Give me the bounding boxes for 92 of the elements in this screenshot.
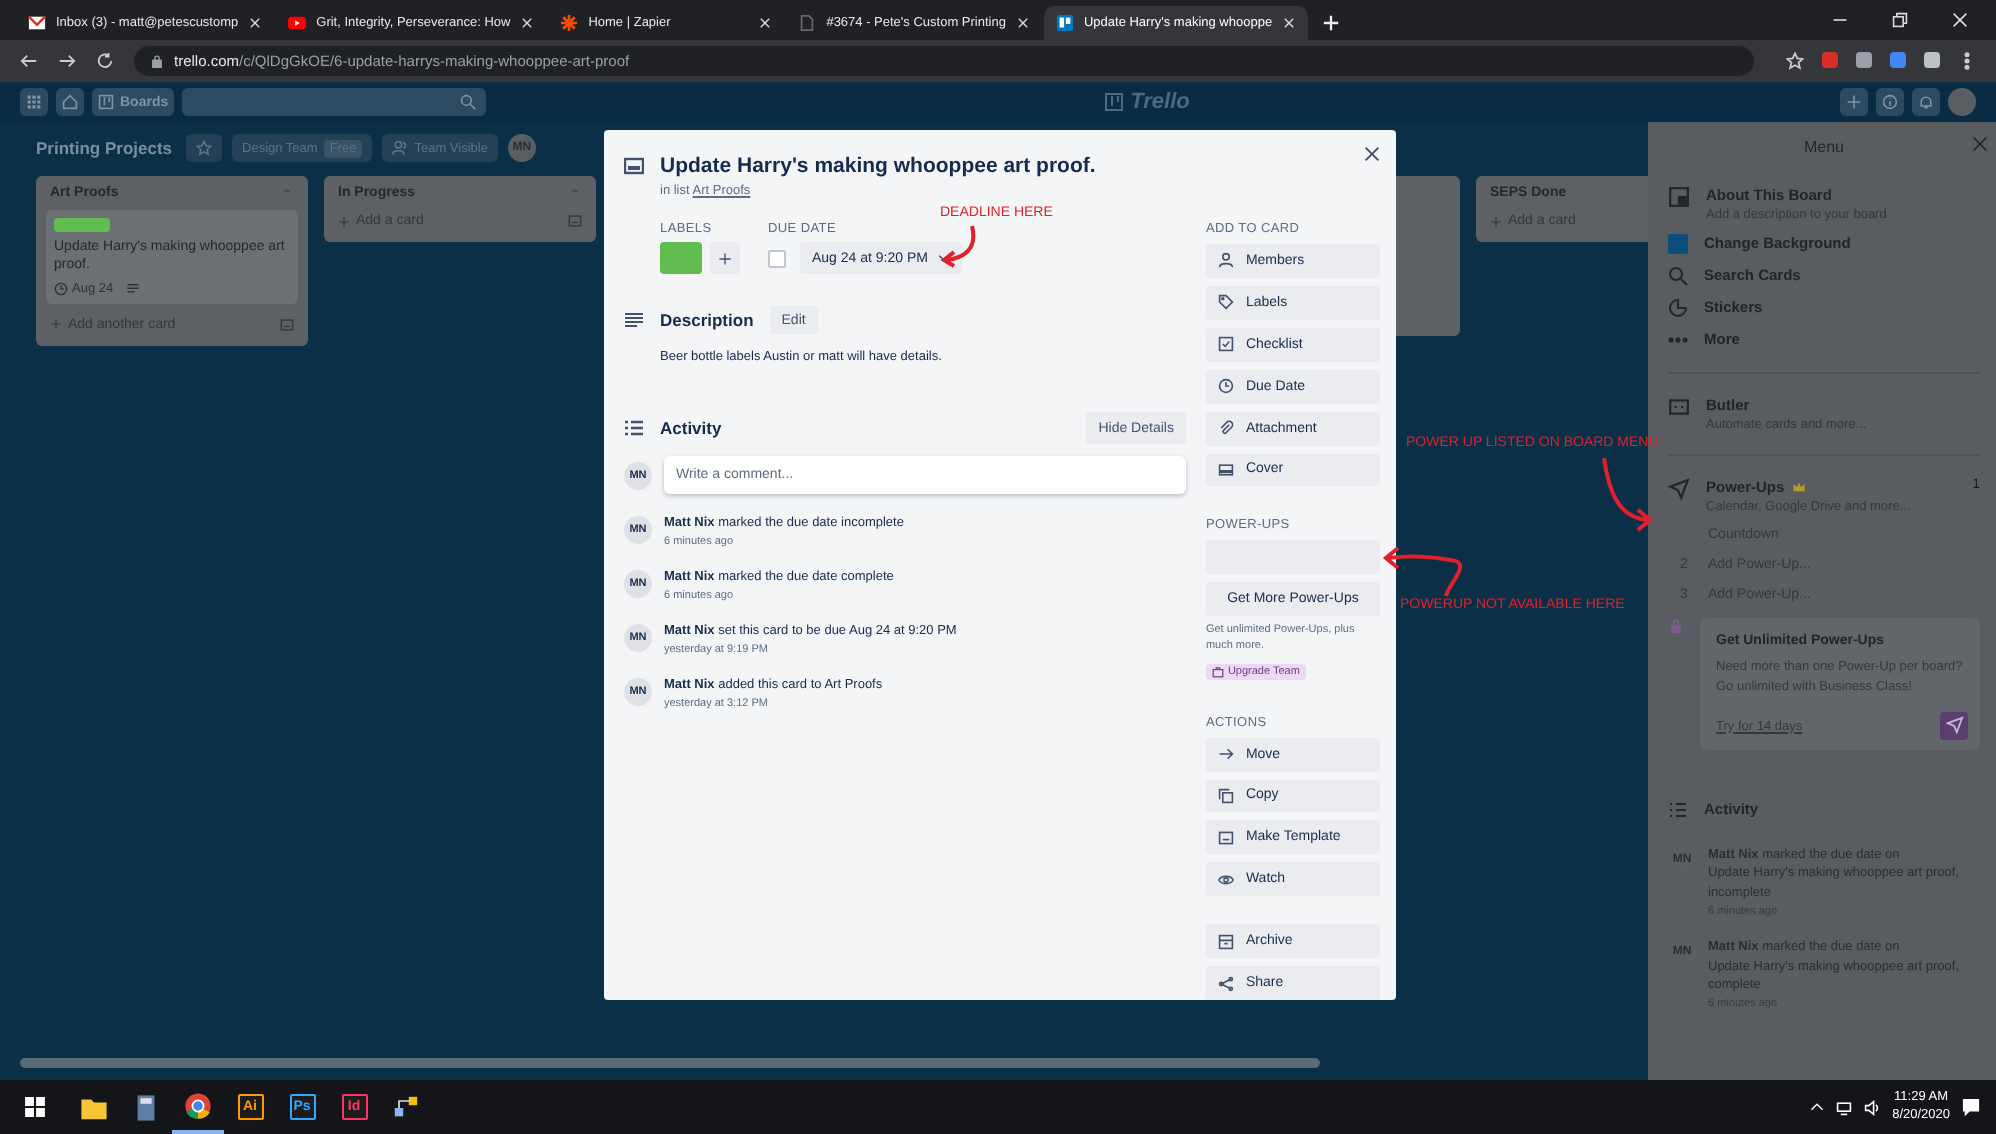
plus-icon <box>1846 94 1862 110</box>
close-icon <box>1364 146 1380 162</box>
clock-icon <box>1217 378 1234 395</box>
avatar[interactable] <box>1948 88 1976 116</box>
person-icon <box>1217 252 1234 269</box>
speaker-icon <box>1864 1099 1881 1115</box>
copy-icon <box>1217 787 1234 804</box>
add-label-button[interactable] <box>710 242 740 274</box>
close-icon <box>1972 136 1988 152</box>
cover-icon <box>1217 461 1234 478</box>
card-icon <box>624 156 644 176</box>
chevron-up-icon <box>1810 1100 1825 1114</box>
sticker-icon <box>1668 298 1688 318</box>
plus-icon <box>338 215 350 227</box>
activity-icon <box>624 418 644 438</box>
chrome-icon <box>184 1091 212 1119</box>
board-icon <box>98 94 114 110</box>
extension-icon[interactable] <box>1856 52 1872 68</box>
board-icon <box>1104 92 1125 112</box>
eye-icon <box>1217 871 1234 888</box>
home-button[interactable] <box>56 88 84 116</box>
crown-icon <box>1792 480 1807 494</box>
grid-icon <box>26 94 42 110</box>
star-icon <box>196 140 213 156</box>
page-icon <box>798 14 817 32</box>
section-heading: Activity <box>660 418 722 438</box>
lock-icon <box>150 54 164 68</box>
board-title: Printing Projects <box>36 138 173 158</box>
close-icon <box>1282 16 1297 30</box>
board-icon <box>1055 14 1074 32</box>
info-icon <box>1882 94 1898 110</box>
plus-icon <box>50 318 62 331</box>
archive-icon <box>1217 933 1234 950</box>
close-icon <box>1015 16 1030 30</box>
bell-icon <box>1918 94 1934 110</box>
briefcase-icon <box>1211 665 1224 678</box>
activity-icon <box>1668 799 1688 819</box>
logo-text: Trello <box>1130 90 1190 114</box>
people-icon <box>392 140 409 156</box>
plus-icon <box>718 251 732 265</box>
paperclip-icon <box>1217 420 1234 437</box>
lock-icon <box>1668 618 1684 634</box>
network-app-icon <box>392 1093 420 1121</box>
arrow-right-icon <box>1217 746 1234 763</box>
network-icon <box>1836 1099 1853 1115</box>
scrollbar[interactable] <box>20 1058 1320 1068</box>
close-icon <box>758 16 773 30</box>
extension-icon[interactable] <box>1822 52 1838 68</box>
card-title[interactable]: Update Harry's making whooppee art proof. <box>660 154 1096 178</box>
description-icon <box>624 310 644 330</box>
search-field[interactable] <box>182 88 487 116</box>
notification-icon <box>1962 1098 1980 1116</box>
due-checkbox[interactable] <box>768 249 786 267</box>
template-icon <box>280 317 294 332</box>
back-icon <box>20 52 38 70</box>
apps-button[interactable] <box>20 88 48 116</box>
background-swatch-icon <box>1668 234 1688 254</box>
mail-icon <box>28 14 46 32</box>
close-button[interactable] <box>1364 146 1380 162</box>
search-icon <box>1668 266 1688 286</box>
asterisk-icon <box>560 14 579 32</box>
calculator-icon <box>132 1093 160 1121</box>
search-icon <box>460 94 477 110</box>
extension-icon[interactable] <box>1890 52 1906 68</box>
notifications-button[interactable] <box>1912 88 1940 116</box>
play-icon <box>288 14 307 32</box>
create-button[interactable] <box>1840 88 1868 116</box>
checkbox-icon <box>1217 336 1234 353</box>
home-icon <box>62 94 78 110</box>
section-heading: Description <box>660 310 754 330</box>
description-icon <box>125 281 140 296</box>
plus-icon <box>1490 215 1502 227</box>
share-icon <box>1217 975 1234 992</box>
tag-icon <box>1217 294 1234 311</box>
template-icon <box>1217 829 1234 846</box>
clock-icon <box>54 281 68 296</box>
robot-icon <box>1668 396 1690 418</box>
close-icon <box>248 16 263 30</box>
star-icon <box>1786 52 1804 70</box>
star-button[interactable] <box>186 134 223 162</box>
template-icon <box>568 214 582 228</box>
annotation-arrow <box>1596 456 1656 536</box>
close-icon <box>520 16 535 30</box>
windows-icon <box>23 1096 45 1118</box>
reload-icon <box>96 52 114 70</box>
board-icon <box>1668 186 1690 208</box>
new-tab-icon <box>1322 14 1341 32</box>
info-button[interactable] <box>1876 88 1904 116</box>
restore-icon <box>1892 12 1908 28</box>
close-icon <box>1952 12 1968 28</box>
forward-icon <box>58 52 76 70</box>
extension-icon[interactable] <box>1924 52 1940 68</box>
